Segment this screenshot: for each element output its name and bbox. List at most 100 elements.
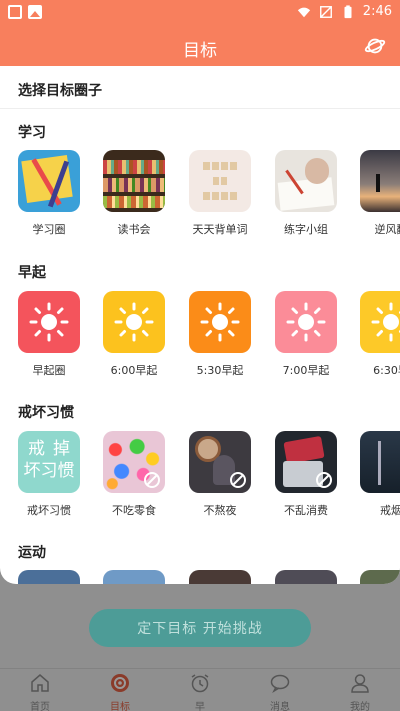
pencils-image	[18, 150, 80, 212]
sun-icon	[200, 302, 240, 342]
circle-item-sport[interactable]	[103, 570, 169, 584]
circle-item-quit-habits[interactable]: 戒掉 坏习惯 戒坏习惯	[18, 431, 84, 518]
circle-item-calligraphy[interactable]: 练字小组	[275, 150, 341, 237]
item-label: 逆风翻	[374, 223, 400, 236]
circle-item-sport[interactable]	[275, 570, 341, 584]
circle-item-sport[interactable]	[189, 570, 255, 584]
sport-image	[360, 570, 400, 584]
item-label: 天天背单词	[192, 223, 248, 236]
message-icon	[270, 674, 290, 693]
circle-item-no-spending[interactable]: 不乱消费	[275, 431, 341, 518]
goal-circle-card: 选择目标圈子 学习 学习圈 读书会 天天背单词 练字小组 逆风 早起 早起圈 6…	[0, 66, 400, 584]
item-label: 读书会	[117, 223, 151, 236]
item-label: 6:30早	[373, 364, 400, 377]
wifi-icon	[297, 7, 310, 17]
sun-card	[18, 291, 80, 353]
home-icon	[31, 674, 49, 692]
forbidden-icon	[230, 472, 246, 488]
circle-item-vocab[interactable]: 天天背单词	[189, 150, 255, 237]
circle-item-rise-600[interactable]: 6:00早起	[103, 291, 169, 378]
item-label: 学习圈	[32, 223, 66, 236]
sunset-image	[360, 150, 400, 212]
target-icon	[111, 674, 129, 692]
circle-item-comeback[interactable]: 逆风翻	[360, 150, 400, 237]
circle-item-rise-530[interactable]: 5:30早起	[189, 291, 255, 378]
quit-habits-row: 戒掉 坏习惯 戒坏习惯 不吃零食 不熬夜 不乱消费 戒烟	[0, 431, 400, 521]
battery-icon	[344, 4, 352, 18]
bottom-tab-bar: 首页 目标 早 消息 我的	[0, 668, 400, 711]
item-label: 5:30早起	[196, 364, 244, 377]
thumb-char: 戒	[28, 439, 45, 459]
tab-mine[interactable]: 我的	[330, 672, 390, 711]
forbidden-icon	[144, 472, 160, 488]
circle-item-no-late-night[interactable]: 不熬夜	[189, 431, 255, 518]
sun-icon	[114, 302, 154, 342]
sun-icon	[29, 302, 69, 342]
circle-item-no-snacks[interactable]: 不吃零食	[103, 431, 169, 518]
section-title-study: 学习	[18, 125, 46, 141]
page-title: 目标	[183, 41, 217, 61]
item-label: 练字小组	[284, 223, 328, 236]
divider	[0, 108, 400, 109]
item-label: 早起圈	[32, 364, 66, 377]
sun-card	[360, 291, 400, 353]
forbidden-icon	[316, 472, 332, 488]
circle-item-rise-630[interactable]: 6:30早	[360, 291, 400, 378]
section-title-quit-habits: 戒坏习惯	[18, 405, 74, 421]
circle-item-rise-700[interactable]: 7:00早起	[275, 291, 341, 378]
item-label: 不乱消费	[284, 504, 328, 517]
sun-card	[275, 291, 337, 353]
letter-tiles-image	[189, 150, 251, 212]
status-time: 2:46	[362, 4, 392, 19]
circle-item-sport[interactable]	[18, 570, 84, 584]
sun-card	[189, 291, 251, 353]
sun-icon	[371, 302, 400, 342]
user-icon	[351, 674, 369, 693]
sport-image	[189, 570, 251, 584]
circle-item-early-rise[interactable]: 早起圈	[18, 291, 84, 378]
alarm-clock-icon	[191, 674, 209, 693]
card-title: 选择目标圈子	[18, 83, 102, 99]
circle-item-book-club[interactable]: 读书会	[103, 150, 169, 237]
item-label: 不吃零食	[112, 504, 156, 517]
early-rise-row: 早起圈 6:00早起 5:30早起 7:00早起 6:30早	[0, 291, 400, 381]
thumb-char: 习	[40, 461, 58, 481]
planet-icon[interactable]	[364, 35, 386, 57]
thumb-char: 掉	[53, 439, 70, 459]
bookshelf-image	[103, 150, 165, 212]
circle-item-quit-smoking[interactable]: 戒烟	[360, 431, 400, 518]
section-title-early-rise: 早起	[18, 265, 46, 281]
item-label: 6:00早起	[110, 364, 158, 377]
item-label: 不熬夜	[203, 504, 237, 517]
tab-goal[interactable]: 目标	[90, 672, 150, 711]
item-label: 戒烟	[380, 504, 400, 517]
tab-messages[interactable]: 消息	[250, 672, 310, 711]
tab-home[interactable]: 首页	[10, 672, 70, 711]
circle-item-sport[interactable]	[360, 570, 400, 584]
tab-label: 目标	[110, 702, 130, 711]
handwriting-image	[275, 150, 337, 212]
circle-item-study[interactable]: 学习圈	[18, 150, 84, 237]
quit-habits-image: 戒掉 坏习惯	[18, 431, 80, 493]
tab-label: 我的	[350, 702, 370, 711]
image-notification-icon	[28, 5, 42, 19]
tab-label: 消息	[270, 702, 290, 711]
item-label: 戒坏习惯	[27, 504, 71, 517]
tab-label: 首页	[30, 702, 50, 711]
clock-image	[189, 431, 251, 493]
sport-image	[275, 570, 337, 584]
notification-icon	[8, 5, 22, 19]
study-row: 学习圈 读书会 天天背单词 练字小组 逆风	[0, 150, 400, 240]
tab-early[interactable]: 早	[170, 672, 230, 711]
status-bar: 2:46	[0, 0, 400, 26]
no-signal-icon	[319, 5, 332, 18]
sport-image	[18, 570, 80, 584]
candy-image	[103, 431, 165, 493]
start-challenge-button[interactable]: 定下目标 开始挑战	[89, 609, 311, 647]
sports-row	[0, 570, 400, 584]
section-title-sports: 运动	[18, 545, 46, 561]
app-header: 目标	[0, 26, 400, 66]
item-label: 7:00早起	[282, 364, 330, 377]
smoke-image	[360, 431, 400, 493]
card-machine-image	[275, 431, 337, 493]
